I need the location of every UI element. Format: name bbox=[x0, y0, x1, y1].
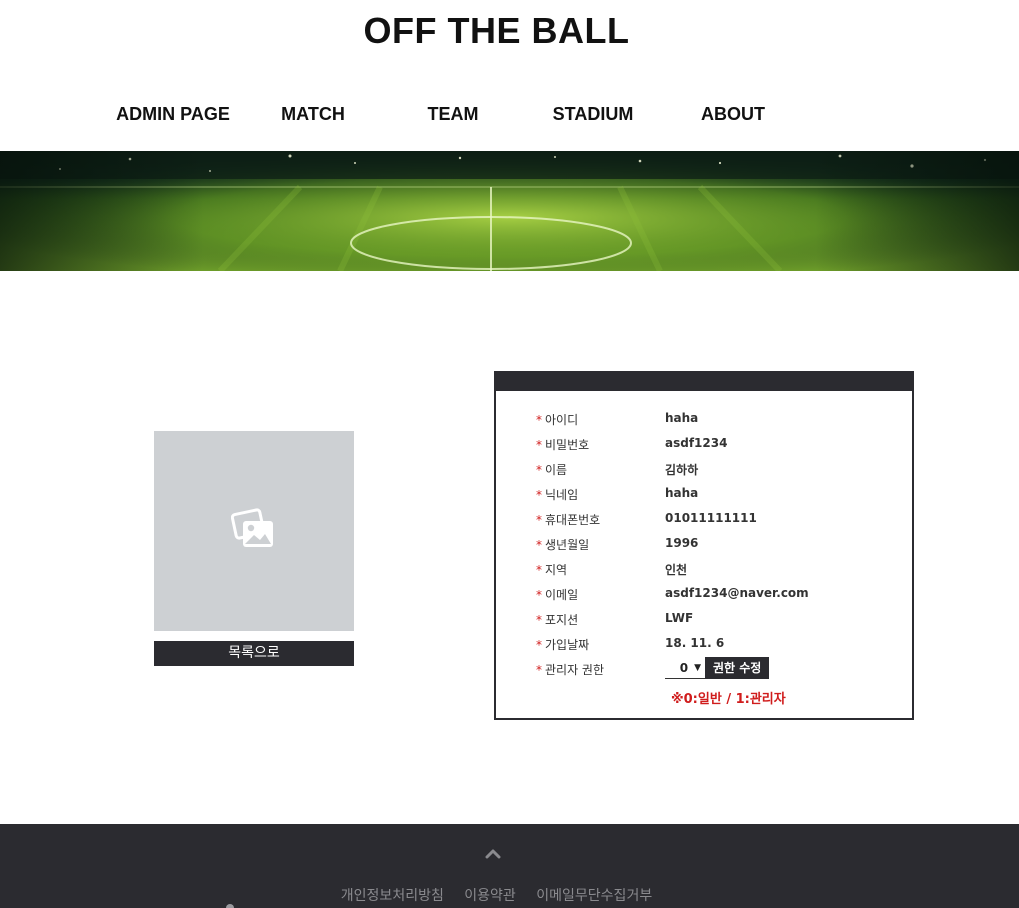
field-value: LWF bbox=[665, 611, 694, 625]
field-label: 아이디 bbox=[545, 413, 579, 427]
field-label: 포지션 bbox=[545, 613, 579, 627]
field-value: 01011111111 bbox=[665, 511, 757, 525]
nav-admin-page[interactable]: ADMIN PAGE bbox=[103, 104, 243, 125]
update-authority-button[interactable]: 권한 수정 bbox=[705, 657, 770, 679]
info-row-phone: * 휴대폰번호 01011111111 bbox=[536, 511, 876, 536]
info-row-email: * 이메일 asdf1234@naver.com bbox=[536, 586, 876, 611]
required-mark: * bbox=[536, 638, 542, 652]
footer-logo-fragment bbox=[226, 904, 234, 908]
required-mark: * bbox=[536, 413, 542, 427]
nav-about[interactable]: ABOUT bbox=[663, 104, 803, 125]
field-value: asdf1234@naver.com bbox=[665, 586, 809, 600]
required-mark: * bbox=[536, 588, 542, 602]
required-mark: * bbox=[536, 488, 542, 502]
required-mark: * bbox=[536, 513, 542, 527]
nav-stadium[interactable]: STADIUM bbox=[523, 104, 663, 125]
info-row-password: * 비밀번호 asdf1234 bbox=[536, 436, 876, 461]
required-mark: * bbox=[536, 563, 542, 577]
profile-photo-placeholder bbox=[154, 431, 354, 631]
site-title[interactable]: OFF THE BALL bbox=[0, 10, 993, 52]
required-mark: * bbox=[536, 663, 542, 677]
info-row-region: * 지역 인천 bbox=[536, 561, 876, 586]
images-placeholder-icon bbox=[230, 506, 277, 557]
main-nav: ADMIN PAGE MATCH TEAM STADIUM ABOUT bbox=[0, 104, 1019, 128]
member-info-panel: * 아이디 haha * 비밀번호 asdf1234 * 이름 김하하 * 닉네임 ha… bbox=[494, 371, 914, 720]
field-value: asdf1234 bbox=[665, 436, 728, 450]
nav-match[interactable]: MATCH bbox=[243, 104, 383, 125]
field-label: 관리자 권한 bbox=[545, 663, 605, 677]
footer-link-email-refusal[interactable]: 이메일무단수집거부 bbox=[536, 888, 652, 904]
footer: 개인정보처리방침 이용약관 이메일무단수집거부 bbox=[0, 824, 1019, 908]
caret-down-icon: ▼ bbox=[694, 662, 701, 673]
field-label: 이메일 bbox=[545, 588, 579, 602]
info-row-position: * 포지션 LWF bbox=[536, 611, 876, 636]
authority-selected-value: 0 bbox=[679, 660, 689, 675]
required-mark: * bbox=[536, 613, 542, 627]
required-mark: * bbox=[536, 438, 542, 452]
required-mark: * bbox=[536, 463, 542, 477]
info-row-authority: * 관리자 권한 0 ▼ 권한 수정 bbox=[536, 657, 876, 686]
scroll-top-icon[interactable] bbox=[485, 846, 501, 859]
stadium-banner bbox=[0, 151, 1019, 271]
field-value: 18. 11. 6 bbox=[665, 636, 725, 650]
nav-team[interactable]: TEAM bbox=[383, 104, 523, 125]
stadium-banner-image bbox=[0, 151, 1019, 271]
info-row-name: * 이름 김하하 bbox=[536, 461, 876, 486]
footer-link-terms[interactable]: 이용약관 bbox=[464, 888, 516, 904]
field-label: 가입날짜 bbox=[545, 638, 590, 652]
info-row-nickname: * 닉네임 haha bbox=[536, 486, 876, 511]
field-value: 김하하 bbox=[665, 463, 699, 477]
footer-link-privacy[interactable]: 개인정보처리방침 bbox=[341, 888, 444, 904]
back-to-list-button[interactable]: 목록으로 bbox=[154, 641, 354, 666]
required-mark: * bbox=[536, 538, 542, 552]
field-value: haha bbox=[665, 486, 699, 500]
field-label: 비밀번호 bbox=[545, 438, 590, 452]
field-label: 휴대폰번호 bbox=[545, 513, 601, 527]
member-info-rows: * 아이디 haha * 비밀번호 asdf1234 * 이름 김하하 * 닉네임 ha… bbox=[536, 411, 876, 686]
field-label: 생년월일 bbox=[545, 538, 590, 552]
field-label: 닉네임 bbox=[545, 488, 579, 502]
footer-links: 개인정보처리방침 이용약관 이메일무단수집거부 bbox=[0, 885, 993, 905]
authority-select[interactable]: 0 ▼ bbox=[665, 657, 705, 679]
info-row-birth: * 생년월일 1996 bbox=[536, 536, 876, 561]
authority-control: 0 ▼ 권한 수정 bbox=[665, 657, 770, 679]
authority-note: ※0:일반 / 1:관리자 bbox=[671, 692, 786, 707]
field-value: 1996 bbox=[665, 536, 699, 550]
field-label: 이름 bbox=[545, 463, 568, 477]
info-row-id: * 아이디 haha bbox=[536, 411, 876, 436]
panel-header bbox=[496, 373, 912, 391]
field-label: 지역 bbox=[545, 563, 568, 577]
field-value: 인천 bbox=[665, 563, 688, 577]
field-value: haha bbox=[665, 411, 699, 425]
